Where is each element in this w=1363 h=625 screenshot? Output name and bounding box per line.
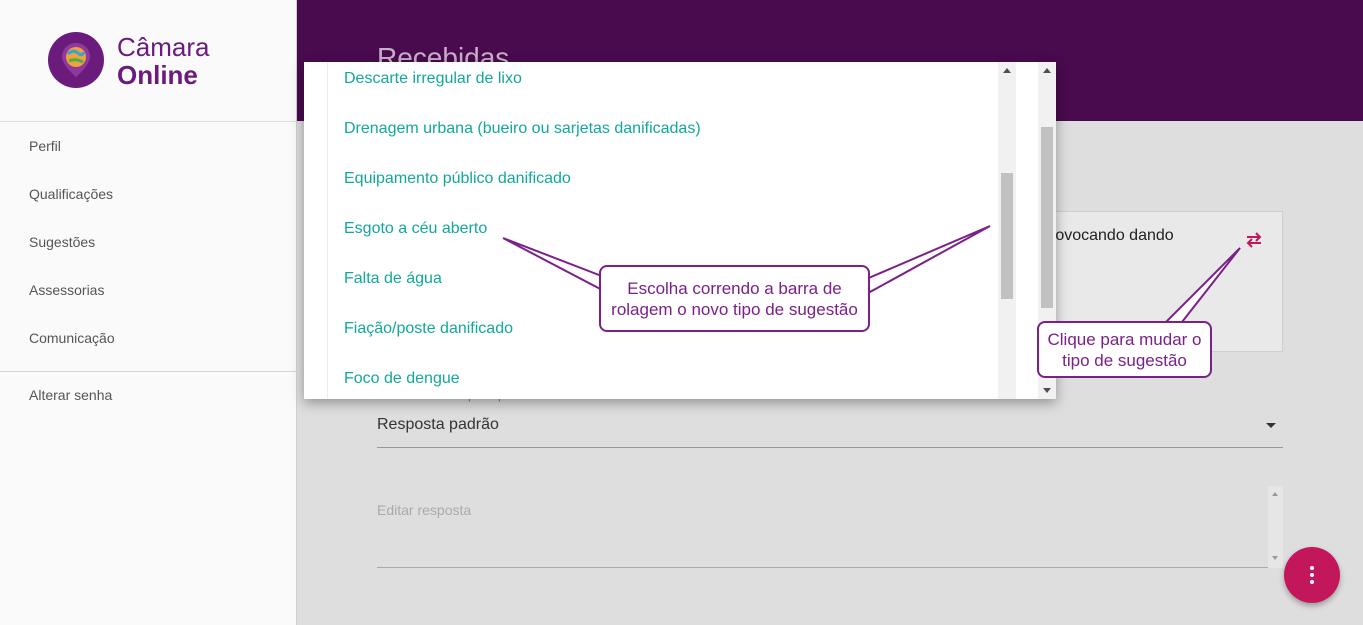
- response-editor[interactable]: Editar resposta: [377, 486, 1283, 568]
- dropdown-inner-scrollbar[interactable]: [998, 62, 1016, 399]
- more-vertical-icon: [1310, 566, 1314, 570]
- logo-text: Câmara Online: [117, 33, 209, 89]
- dropdown-option[interactable]: Equipamento público danificado: [344, 170, 571, 188]
- sidebar-item-alterar-senha[interactable]: Alterar senha: [29, 387, 112, 403]
- dropdown-divider: [327, 62, 328, 399]
- dropdown-option[interactable]: Drenagem urbana (bueiro ou sarjetas dani…: [344, 120, 701, 138]
- logo-line1: Câmara: [117, 32, 210, 62]
- suggestion-type-dropdown[interactable]: Descarte irregular de lixo Drenagem urba…: [304, 62, 1056, 399]
- logo-icon: [48, 32, 104, 88]
- dropdown-option[interactable]: Esgoto a céu aberto: [344, 220, 487, 238]
- scroll-down-icon[interactable]: [1272, 556, 1278, 560]
- scroll-hint-line2: rolagem o novo tipo de sugestão: [611, 299, 858, 319]
- scroll-down-icon[interactable]: [1043, 388, 1051, 393]
- scroll-up-icon[interactable]: [1272, 492, 1278, 496]
- response-select[interactable]: Resposta padrão: [377, 416, 499, 434]
- change-hint-line1: Clique para mudar o: [1047, 329, 1202, 349]
- dropdown-option[interactable]: Falta de água: [344, 270, 442, 288]
- suggestion-text: rovocando dando: [1050, 227, 1174, 244]
- sidebar-item-assessorias[interactable]: Assessorias: [29, 282, 104, 298]
- sidebar: Câmara Online Perfil Qualificações Suges…: [0, 0, 297, 625]
- sidebar-item-comunicacao[interactable]: Comunicação: [29, 330, 115, 346]
- editor-placeholder: Editar resposta: [377, 502, 472, 518]
- sidebar-item-perfil[interactable]: Perfil: [29, 138, 61, 154]
- scroll-thumb[interactable]: [1041, 127, 1053, 308]
- dropdown-option[interactable]: Fiação/poste danificado: [344, 320, 513, 338]
- dropdown-option[interactable]: Foco de dengue: [344, 370, 460, 388]
- scrollbar-gap: [1016, 62, 1038, 399]
- scroll-hint-callout: Escolha correndo a barra de rolagem o no…: [599, 265, 870, 332]
- scroll-hint-line1: Escolha correndo a barra de: [627, 278, 842, 298]
- scroll-thumb[interactable]: [1001, 173, 1013, 299]
- change-hint-line2: tipo de sugestão: [1062, 350, 1187, 370]
- dropdown-option[interactable]: Descarte irregular de lixo: [344, 70, 522, 88]
- sidebar-divider: [0, 371, 297, 372]
- scroll-up-icon[interactable]: [1043, 68, 1051, 73]
- sidebar-item-sugestoes[interactable]: Sugestões: [29, 234, 95, 250]
- chevron-down-icon[interactable]: [1266, 423, 1276, 428]
- change-type-callout: Clique para mudar o tipo de sugestão: [1037, 321, 1212, 378]
- scroll-up-icon[interactable]: [1003, 68, 1011, 73]
- logo-line2: Online: [117, 60, 198, 90]
- more-actions-button[interactable]: [1284, 547, 1340, 603]
- swap-icon[interactable]: [1243, 231, 1265, 249]
- more-vertical-icon-dot: [1310, 580, 1314, 584]
- logo-area: Câmara Online: [0, 0, 296, 122]
- select-underline: [377, 447, 1283, 448]
- editor-scrollbar[interactable]: [1268, 486, 1283, 568]
- more-vertical-icon-dot: [1310, 573, 1314, 577]
- sidebar-item-qualificacoes[interactable]: Qualificações: [29, 186, 113, 202]
